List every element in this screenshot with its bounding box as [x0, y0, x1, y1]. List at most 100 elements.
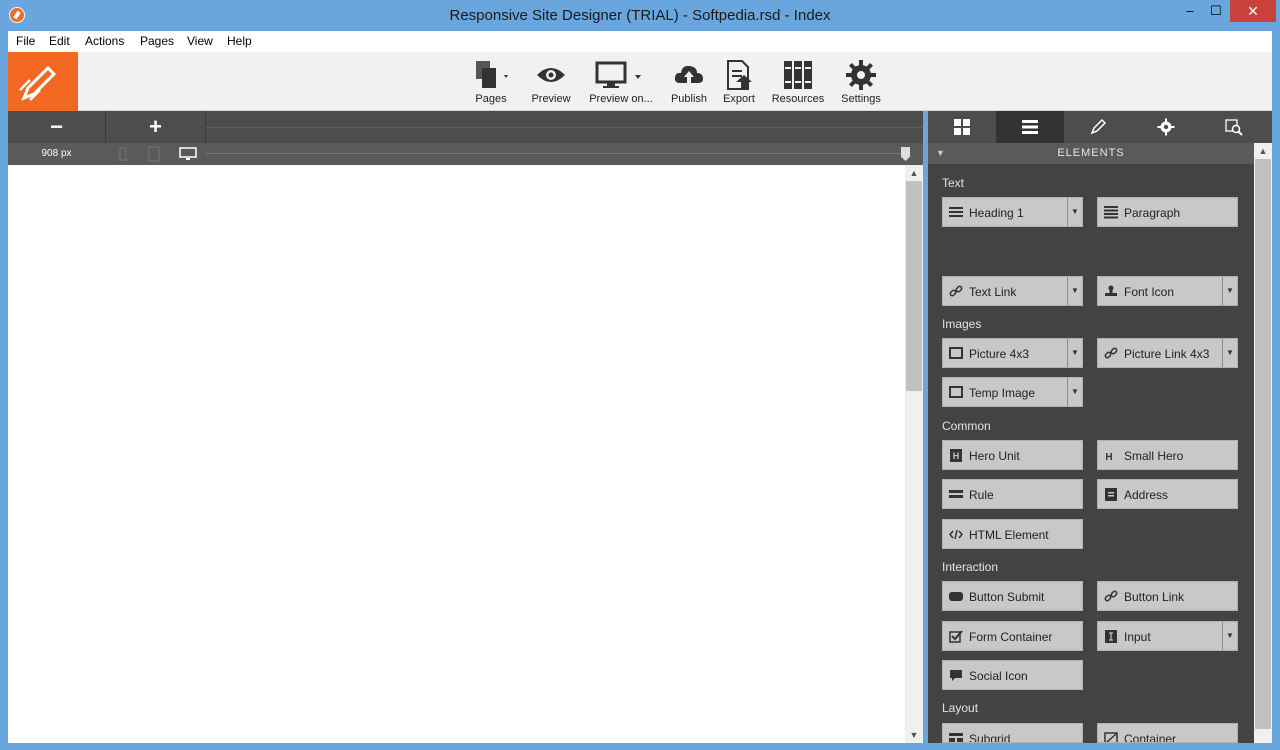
elements-panel: ▼ ELEMENTS ▲ Text Heading 1 ▼ Paragraph … [928, 111, 1272, 743]
tab-elements[interactable] [996, 111, 1064, 143]
rule-icon [949, 490, 963, 498]
monitor-icon [586, 58, 656, 92]
preview-button[interactable]: Preview [528, 58, 574, 105]
address-element-button[interactable]: Address [1097, 479, 1238, 509]
export-icon [720, 58, 758, 92]
elements-header[interactable]: ▼ ELEMENTS [928, 143, 1254, 164]
inspect-icon [1225, 119, 1243, 136]
menu-actions[interactable]: Actions [85, 34, 124, 48]
tab-inspect[interactable] [1200, 111, 1268, 143]
menu-file[interactable]: File [16, 34, 35, 48]
close-button[interactable]: ✕ [1230, 0, 1276, 22]
small-hero-element-button[interactable]: H Small Hero [1097, 440, 1238, 470]
scrollbar-thumb[interactable] [1255, 159, 1271, 729]
chevron-down-icon[interactable]: ▼ [1067, 378, 1082, 406]
stamp-icon [1105, 285, 1117, 296]
menu-pages[interactable]: Pages [140, 34, 174, 48]
section-common: Common [942, 419, 991, 433]
pages-button[interactable]: Pages [470, 58, 512, 105]
scroll-up-icon[interactable]: ▲ [1254, 146, 1272, 156]
window-title: Responsive Site Designer (TRIAL) - Softp… [449, 7, 831, 24]
button-submit-element-button[interactable]: Button Submit [942, 581, 1083, 611]
chevron-down-icon[interactable]: ▼ [1222, 277, 1237, 305]
width-slider-handle[interactable] [901, 147, 910, 161]
paragraph-element-button[interactable]: Paragraph [1097, 197, 1238, 227]
section-interaction: Interaction [942, 560, 999, 574]
font-icon-element-button[interactable]: Font Icon ▼ [1097, 276, 1238, 306]
chevron-down-icon[interactable]: ▼ [1067, 277, 1082, 305]
panel-scrollbar[interactable]: ▲ [1254, 143, 1272, 743]
settings-button[interactable]: Settings [838, 58, 884, 105]
app-window: Responsive Site Designer (TRIAL) - Softp… [0, 0, 1280, 750]
button-link-element-button[interactable]: Button Link [1097, 581, 1238, 611]
zoom-out-button[interactable]: − [8, 111, 106, 143]
section-images: Images [942, 317, 982, 331]
canvas-scrollbar[interactable]: ▲ ▼ [905, 165, 923, 743]
menu-help[interactable]: Help [227, 34, 252, 48]
list-icon [1022, 120, 1038, 134]
tab-settings[interactable] [1132, 111, 1200, 143]
chevron-down-icon[interactable]: ▼ [1222, 622, 1237, 650]
zoom-in-button[interactable]: + [106, 111, 206, 143]
speech-bubble-icon [950, 670, 962, 681]
resources-button[interactable]: Resources [770, 58, 826, 105]
desktop-icon[interactable] [179, 146, 197, 165]
menu-bar: File Edit Actions Pages View Help [8, 31, 1272, 52]
zoom-bar: − + [8, 111, 923, 143]
link-icon [1104, 347, 1118, 359]
heading-icon [949, 207, 963, 217]
publish-button[interactable]: Publish [668, 58, 710, 105]
picture-element-button[interactable]: Picture 4x3 ▼ [942, 338, 1083, 368]
picture-link-element-button[interactable]: Picture Link 4x3 ▼ [1097, 338, 1238, 368]
chevron-down-icon[interactable]: ▼ [1067, 198, 1082, 226]
collapse-caret-icon[interactable]: ▼ [936, 143, 946, 164]
tab-styles[interactable] [1064, 111, 1132, 143]
size-bar: 908 px [8, 143, 923, 165]
container-element-button[interactable]: Container [1097, 723, 1238, 743]
subgrid-element-button[interactable]: Subgrid [942, 723, 1083, 743]
tablet-icon[interactable] [148, 146, 160, 165]
paragraph-icon [1104, 206, 1118, 219]
social-icon-element-button[interactable]: Social Icon [942, 660, 1083, 690]
input-element-button[interactable]: Input ▼ [1097, 621, 1238, 651]
panel-tabs [928, 111, 1272, 143]
scrollbar-thumb[interactable] [906, 181, 922, 391]
link-icon [1104, 590, 1118, 602]
section-text: Text [942, 176, 965, 190]
hero-icon: H [950, 449, 962, 462]
container-icon [1104, 732, 1118, 742]
main-toolbar: Pages Preview Preview on... Publish Expo… [8, 52, 1272, 111]
canvas-width-label: 908 px [41, 148, 72, 159]
title-bar: Responsive Site Designer (TRIAL) - Softp… [0, 0, 1280, 31]
link-icon [949, 285, 963, 297]
canvas-area: − + 908 px ▲ ▼ [8, 111, 923, 743]
image-icon [949, 386, 963, 398]
html-element-button[interactable]: HTML Element [942, 519, 1083, 549]
chevron-down-icon[interactable]: ▼ [1067, 339, 1082, 367]
pages-icon [470, 58, 512, 92]
books-icon [770, 58, 826, 92]
scroll-down-icon[interactable]: ▼ [905, 730, 923, 740]
menu-view[interactable]: View [187, 34, 213, 48]
eye-icon [528, 58, 574, 92]
button-icon [949, 592, 963, 601]
export-button[interactable]: Export [720, 58, 758, 105]
rule-element-button[interactable]: Rule [942, 479, 1083, 509]
menu-edit[interactable]: Edit [49, 34, 70, 48]
text-link-element-button[interactable]: Text Link ▼ [942, 276, 1083, 306]
heading-element-button[interactable]: Heading 1 ▼ [942, 197, 1083, 227]
gear-icon [838, 58, 884, 92]
phone-icon[interactable] [118, 146, 128, 165]
chevron-down-icon[interactable]: ▼ [1222, 339, 1237, 367]
page-canvas[interactable] [8, 165, 905, 743]
svg-text:H: H [1105, 452, 1112, 462]
hero-unit-element-button[interactable]: H Hero Unit [942, 440, 1083, 470]
text-cursor-icon [1105, 630, 1117, 643]
form-container-element-button[interactable]: Form Container [942, 621, 1083, 651]
preview-on-button[interactable]: Preview on... [586, 58, 656, 105]
temp-image-element-button[interactable]: Temp Image ▼ [942, 377, 1083, 407]
subgrid-icon [949, 733, 963, 742]
scroll-up-icon[interactable]: ▲ [905, 168, 923, 178]
maximize-button[interactable]: ☐ [1201, 0, 1231, 22]
tab-grid[interactable] [928, 111, 996, 143]
